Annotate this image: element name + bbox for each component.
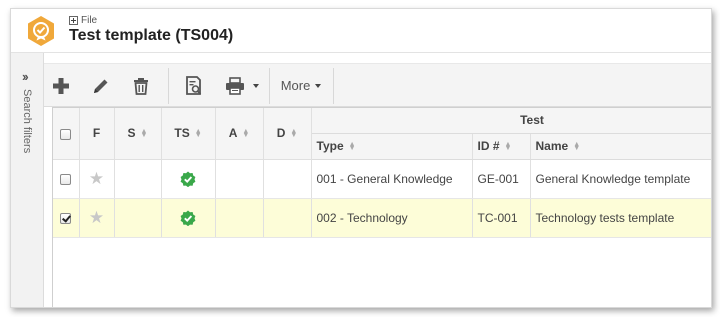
id-cell: GE-001: [472, 159, 531, 199]
page-title: Test template (TS004): [69, 27, 234, 44]
expand-chevron-icon[interactable]: ››: [22, 69, 29, 84]
star-icon[interactable]: ★: [89, 208, 104, 227]
row-select-cell: [53, 159, 80, 199]
breadcrumb-label: File: [81, 15, 98, 26]
column-header-type[interactable]: Type ▲ ▼: [311, 133, 473, 160]
table-row[interactable]: ★ 002 - Technology TC-001 Technology tes…: [53, 198, 711, 238]
trash-icon: [134, 77, 148, 95]
records-table: F S ▲ ▼ TS ▲ ▼ A ▲ ▼ D ▲ ▼ Test Type ▲ ▼…: [53, 108, 711, 238]
sort-icon: ▲ ▼: [573, 140, 581, 152]
column-header-ts-label: TS: [174, 126, 190, 141]
column-header-id-label: ID #: [477, 139, 500, 153]
name-cell: Technology tests template: [530, 198, 711, 238]
column-header-type-label: Type: [316, 139, 344, 153]
row-checkbox[interactable]: [60, 212, 72, 224]
favorite-cell: ★: [79, 198, 115, 238]
select-all-cell: [53, 108, 80, 160]
add-button[interactable]: [44, 64, 78, 107]
name-cell: General Knowledge template: [530, 159, 711, 199]
chevron-down-icon[interactable]: [253, 83, 259, 88]
d-cell: [263, 159, 312, 199]
app-window: File Test template (TS004) ›› Search fil…: [10, 8, 712, 308]
delete-button[interactable]: [124, 64, 158, 107]
breadcrumb[interactable]: File: [69, 15, 97, 26]
sort-icon: ▲ ▼: [194, 128, 202, 140]
search-filters-panel[interactable]: ›› Search filters: [11, 53, 44, 307]
expand-icon: [69, 16, 78, 25]
ts-cell: [161, 159, 216, 199]
star-icon[interactable]: ★: [89, 169, 104, 188]
edit-button[interactable]: [84, 64, 118, 107]
print-button[interactable]: [217, 64, 267, 107]
table-row[interactable]: ★ 001 - General Knowledge GE-001 General…: [53, 159, 711, 199]
column-header-d-label: D: [276, 126, 286, 141]
search-filters-label[interactable]: Search filters: [21, 89, 33, 153]
id-cell: TC-001: [472, 198, 531, 238]
column-group-test: Test: [311, 108, 711, 134]
column-header-s[interactable]: S ▲ ▼: [114, 108, 162, 160]
column-header-a-label: A: [228, 126, 238, 141]
verified-badge-icon: [180, 210, 196, 226]
column-header-ts[interactable]: TS ▲ ▼: [161, 108, 216, 160]
type-cell: 002 - Technology: [311, 198, 473, 238]
sort-icon: ▲ ▼: [242, 128, 250, 140]
a-cell: [215, 159, 264, 199]
column-header-s-label: S: [127, 126, 136, 141]
more-label: More: [280, 78, 311, 93]
column-header-a[interactable]: A ▲ ▼: [215, 108, 264, 160]
toolbar: More: [44, 63, 711, 107]
view-button[interactable]: [177, 64, 211, 107]
pencil-icon: [94, 79, 108, 93]
column-header-d[interactable]: D ▲ ▼: [263, 108, 312, 160]
column-header-f[interactable]: F: [79, 108, 115, 160]
row-checkbox[interactable]: [60, 173, 72, 185]
column-header-f-label: F: [92, 126, 101, 141]
sort-icon: ▲ ▼: [140, 128, 148, 140]
sort-icon: ▲ ▼: [290, 128, 298, 140]
document-search-icon: [186, 75, 202, 95]
toolbar-separator: [333, 68, 334, 104]
type-cell: 001 - General Knowledge: [311, 159, 473, 199]
row-select-cell: [53, 198, 80, 238]
ts-cell: [161, 198, 216, 238]
select-all-checkbox[interactable]: [60, 128, 72, 140]
s-cell: [114, 159, 162, 199]
plus-icon: [53, 77, 69, 94]
verified-badge-icon: [180, 171, 196, 187]
column-header-id[interactable]: ID # ▲ ▼: [472, 133, 531, 160]
printer-icon: [226, 76, 244, 95]
page-header: File Test template (TS004): [11, 9, 711, 53]
sort-icon: ▲ ▼: [504, 140, 512, 152]
s-cell: [114, 198, 162, 238]
records-grid: F S ▲ ▼ TS ▲ ▼ A ▲ ▼ D ▲ ▼ Test Type ▲ ▼…: [52, 107, 711, 307]
column-header-name-label: Name: [535, 139, 569, 153]
column-header-name[interactable]: Name ▲ ▼: [530, 133, 711, 160]
more-button[interactable]: More: [270, 64, 332, 107]
d-cell: [263, 198, 312, 238]
toolbar-separator: [168, 68, 169, 104]
chevron-down-icon: [315, 83, 322, 88]
sort-icon: ▲ ▼: [348, 140, 356, 152]
favorite-cell: ★: [79, 159, 115, 199]
a-cell: [215, 198, 264, 238]
app-logo-icon: [25, 15, 57, 47]
